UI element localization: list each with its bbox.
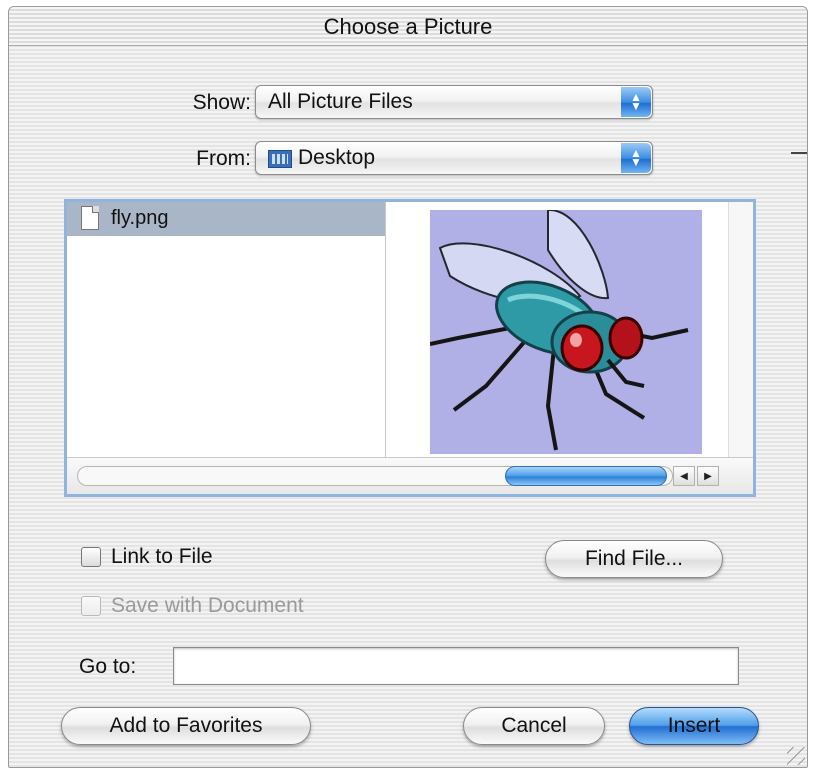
preview-column (386, 202, 728, 458)
goto-label: Go to: (79, 655, 137, 678)
fly-illustration (429, 208, 689, 451)
from-popup[interactable]: Desktop ▲ ▼ (255, 141, 653, 175)
show-popup[interactable]: All Picture Files ▲ ▼ (255, 85, 653, 119)
file-list-column[interactable]: fly.png (67, 202, 386, 458)
popup-arrows-icon: ▲ ▼ (621, 143, 651, 173)
save-with-document-label: Save with Document (111, 594, 304, 617)
window-title: Choose a Picture (9, 7, 807, 46)
insert-button[interactable]: Insert (629, 707, 759, 745)
save-with-document-checkbox (81, 596, 101, 616)
choose-picture-dialog: Choose a Picture Show: All Picture Files… (8, 6, 808, 768)
file-list-item[interactable]: fly.png (67, 202, 385, 236)
fly-preview-image (429, 208, 702, 454)
scroll-thumb[interactable] (505, 466, 667, 486)
desktop-folder-icon (268, 150, 292, 168)
file-browser[interactable]: fly.png ◀ ▶ (64, 199, 756, 497)
horizontal-scrollbar[interactable]: ◀ ▶ (67, 457, 753, 494)
scroll-right-arrow-icon[interactable]: ▶ (697, 466, 719, 486)
cancel-button[interactable]: Cancel (463, 707, 605, 745)
find-file-button[interactable]: Find File... (545, 540, 723, 578)
scroll-left-arrow-icon[interactable]: ◀ (673, 466, 695, 486)
link-to-file-checkbox[interactable] (81, 547, 101, 567)
goto-input[interactable] (173, 647, 739, 685)
show-popup-value: All Picture Files (268, 90, 413, 113)
file-name: fly.png (111, 207, 169, 229)
link-to-file-label: Link to File (111, 545, 213, 568)
document-icon (81, 206, 99, 230)
vertical-scrollbar[interactable] (728, 202, 753, 458)
from-label: From: (196, 147, 251, 170)
add-to-favorites-button[interactable]: Add to Favorites (61, 707, 311, 745)
popup-arrows-icon: ▲ ▼ (621, 87, 651, 117)
from-popup-value: Desktop (298, 146, 376, 169)
show-label: Show: (192, 91, 251, 114)
divider (791, 152, 807, 154)
resize-grip-icon[interactable] (787, 747, 805, 765)
